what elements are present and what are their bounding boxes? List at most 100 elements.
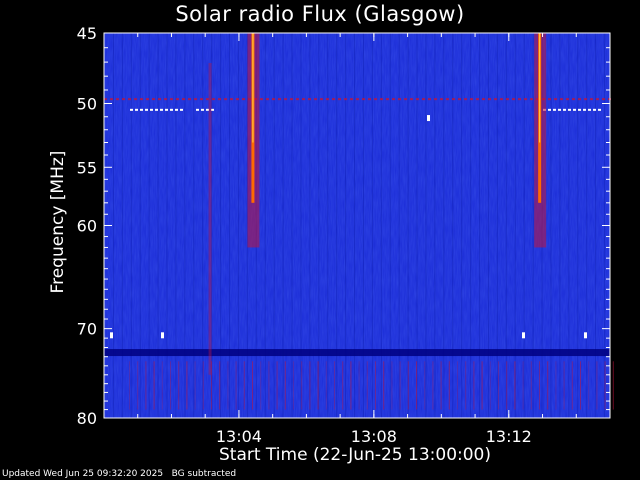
stripe	[285, 33, 287, 418]
stripe	[574, 33, 576, 418]
stripe	[160, 33, 162, 418]
stripe	[365, 33, 367, 418]
stripe	[354, 33, 356, 418]
stripe	[115, 33, 117, 418]
rfi-line	[252, 361, 253, 410]
rfi-line	[317, 361, 319, 410]
y-tick-label: 50	[77, 95, 97, 114]
faint-burst	[208, 63, 212, 375]
stripe	[374, 33, 376, 418]
rfi-dotted-line	[164, 98, 167, 101]
rfi-line	[596, 361, 598, 410]
rfi-dotted-line	[344, 98, 347, 101]
stripe	[172, 33, 174, 418]
rfi-dotted-line	[212, 98, 215, 101]
stripe	[214, 33, 216, 418]
rfi-dotted-line	[584, 98, 587, 101]
rfi-line	[342, 361, 344, 410]
rfi-dotted-line	[290, 98, 293, 101]
rfi-dotted-line	[350, 98, 353, 101]
y-tick-label: 45	[77, 24, 97, 43]
stripe	[112, 33, 114, 418]
rfi-line	[325, 361, 327, 410]
rfi-line	[194, 361, 196, 410]
stripe	[336, 33, 338, 418]
stripe	[380, 33, 382, 418]
rfi-dotted-line	[512, 98, 515, 101]
stripe	[514, 33, 516, 418]
stripe	[577, 33, 579, 418]
stripe	[523, 33, 525, 418]
rfi-dotted-line	[176, 98, 179, 101]
x-tick-label: 13:08	[351, 427, 397, 446]
rfi-dotted-line	[560, 98, 563, 101]
stripe	[127, 33, 129, 418]
stripe	[568, 33, 570, 418]
stripe	[166, 33, 168, 418]
rfi-dotted-line	[296, 98, 299, 101]
rfi-line	[571, 361, 573, 410]
rfi-dotted-line	[320, 98, 323, 101]
stripe	[490, 33, 492, 418]
stripe	[181, 33, 183, 418]
rfi-line	[366, 361, 368, 410]
stripe	[389, 33, 391, 418]
rfi-line	[465, 361, 467, 410]
stripe	[202, 33, 204, 418]
rfi-dotted-line	[440, 98, 443, 101]
stripe	[306, 33, 308, 418]
rfi-line	[276, 361, 278, 410]
rfi-segment	[135, 108, 138, 111]
rfi-dotted-line	[578, 98, 581, 101]
rfi-line	[399, 361, 401, 410]
stripe	[479, 33, 481, 418]
rfi-line	[604, 361, 606, 410]
stripe	[362, 33, 364, 418]
rfi-dotted-line	[476, 98, 479, 101]
rfi-dotted-line	[566, 98, 569, 101]
rfi-dotted-line	[470, 98, 473, 101]
x-tick-label: 13:04	[216, 427, 262, 446]
stripe	[461, 33, 463, 418]
rfi-line	[137, 361, 139, 410]
rfi-segment	[593, 108, 596, 111]
stripe	[348, 33, 350, 418]
rfi-line	[580, 361, 581, 410]
stripe	[190, 33, 192, 418]
stripe	[217, 33, 219, 418]
rfi-dotted-line	[302, 98, 305, 101]
stripe	[145, 33, 147, 418]
stripe	[547, 33, 549, 418]
stripe	[562, 33, 564, 418]
rfi-line	[489, 361, 491, 410]
rfi-segment	[548, 108, 551, 111]
stripe	[157, 33, 159, 418]
rfi-dotted-line	[416, 98, 419, 101]
stripe	[553, 33, 555, 418]
rfi-dotted-line	[530, 98, 533, 101]
stripe	[580, 33, 582, 418]
rfi-dotted-line	[602, 98, 605, 101]
stripe	[351, 33, 353, 418]
rfi-segment	[573, 108, 576, 111]
rfi-line	[448, 361, 450, 410]
stripe	[446, 33, 448, 418]
stripe	[583, 33, 585, 418]
rfi-line	[129, 361, 130, 410]
rfi-dotted-line	[122, 98, 125, 101]
rfi-dotted-line	[362, 98, 365, 101]
rfi-segment	[558, 108, 561, 111]
stripe	[276, 33, 278, 418]
stripe	[404, 33, 406, 418]
stripe	[187, 33, 189, 418]
stripe	[136, 33, 138, 418]
rfi-marker	[110, 332, 113, 339]
rfi-line	[284, 361, 286, 410]
stripe	[532, 33, 534, 418]
y-tick-label: 80	[77, 409, 97, 428]
rfi-dotted-line	[134, 98, 137, 101]
rfi-line	[407, 361, 409, 410]
stripe	[487, 33, 489, 418]
rfi-dotted-line	[230, 98, 233, 101]
stripe	[321, 33, 323, 418]
